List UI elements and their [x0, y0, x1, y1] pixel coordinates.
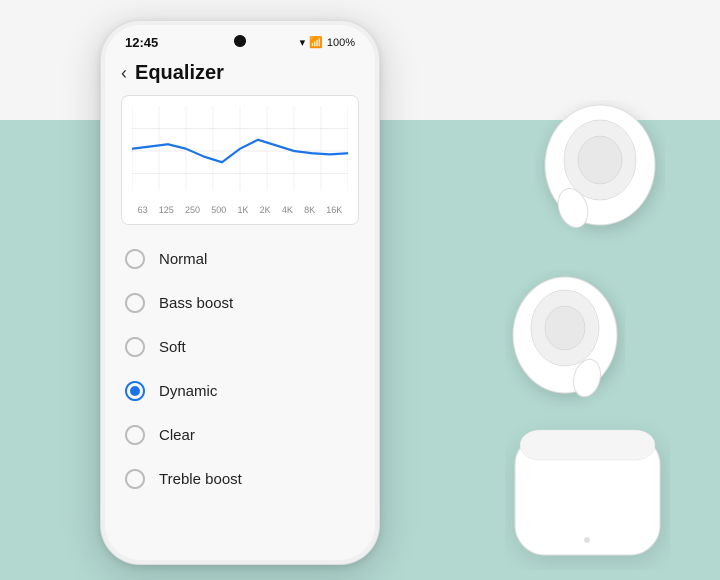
option-treble-boost[interactable]: Treble boost: [105, 457, 375, 501]
eq-label-125: 125: [159, 205, 174, 215]
radio-treble-boost[interactable]: [125, 469, 145, 489]
radio-soft[interactable]: [125, 337, 145, 357]
radio-normal[interactable]: [125, 249, 145, 269]
phone: 12:45 ▾ 📶 100% ‹ Equalizer: [100, 20, 380, 565]
option-bass-boost-label: Bass boost: [159, 295, 233, 312]
option-soft-label: Soft: [159, 339, 186, 356]
radio-dynamic[interactable]: [125, 381, 145, 401]
radio-clear[interactable]: [125, 425, 145, 445]
option-bass-boost[interactable]: Bass boost: [105, 281, 375, 325]
back-button[interactable]: ‹: [121, 63, 127, 84]
phone-screen: 12:45 ▾ 📶 100% ‹ Equalizer: [105, 25, 375, 560]
option-soft[interactable]: Soft: [105, 325, 375, 369]
option-normal[interactable]: Normal: [105, 237, 375, 281]
option-clear[interactable]: Clear: [105, 413, 375, 457]
camera-notch: [234, 35, 246, 47]
eq-label-16k: 16K: [326, 205, 342, 215]
earbud-case: [505, 415, 670, 570]
options-list: Normal Bass boost Soft Dynamic: [105, 233, 375, 560]
wifi-icon: ▾: [300, 36, 306, 49]
option-clear-label: Clear: [159, 427, 195, 444]
app-header: ‹ Equalizer: [105, 54, 375, 95]
eq-label-4k: 4K: [282, 205, 293, 215]
option-normal-label: Normal: [159, 251, 207, 268]
option-treble-boost-label: Treble boost: [159, 471, 242, 488]
eq-labels: 63 125 250 500 1K 2K 4K 8K 16K: [132, 205, 348, 215]
battery-icon: 100%: [327, 37, 355, 49]
radio-bass-boost[interactable]: [125, 293, 145, 313]
eq-label-2k: 2K: [260, 205, 271, 215]
option-dynamic-label: Dynamic: [159, 383, 217, 400]
radio-dynamic-fill: [130, 386, 140, 396]
eq-label-250: 250: [185, 205, 200, 215]
earbud-right: [535, 100, 665, 245]
eq-label-1k: 1K: [237, 205, 248, 215]
eq-chart: [132, 106, 348, 196]
eq-label-63: 63: [138, 205, 148, 215]
scene: 12:45 ▾ 📶 100% ‹ Equalizer: [0, 0, 720, 580]
option-dynamic[interactable]: Dynamic: [105, 369, 375, 413]
earbud-left: [505, 270, 625, 415]
status-icons: ▾ 📶 100%: [300, 36, 355, 49]
page-title: Equalizer: [135, 62, 224, 85]
status-time: 12:45: [125, 35, 158, 50]
signal-icon: 📶: [309, 36, 323, 49]
eq-label-8k: 8K: [304, 205, 315, 215]
eq-label-500: 500: [211, 205, 226, 215]
status-bar: 12:45 ▾ 📶 100%: [105, 25, 375, 54]
eq-chart-container: 63 125 250 500 1K 2K 4K 8K 16K: [121, 95, 359, 225]
